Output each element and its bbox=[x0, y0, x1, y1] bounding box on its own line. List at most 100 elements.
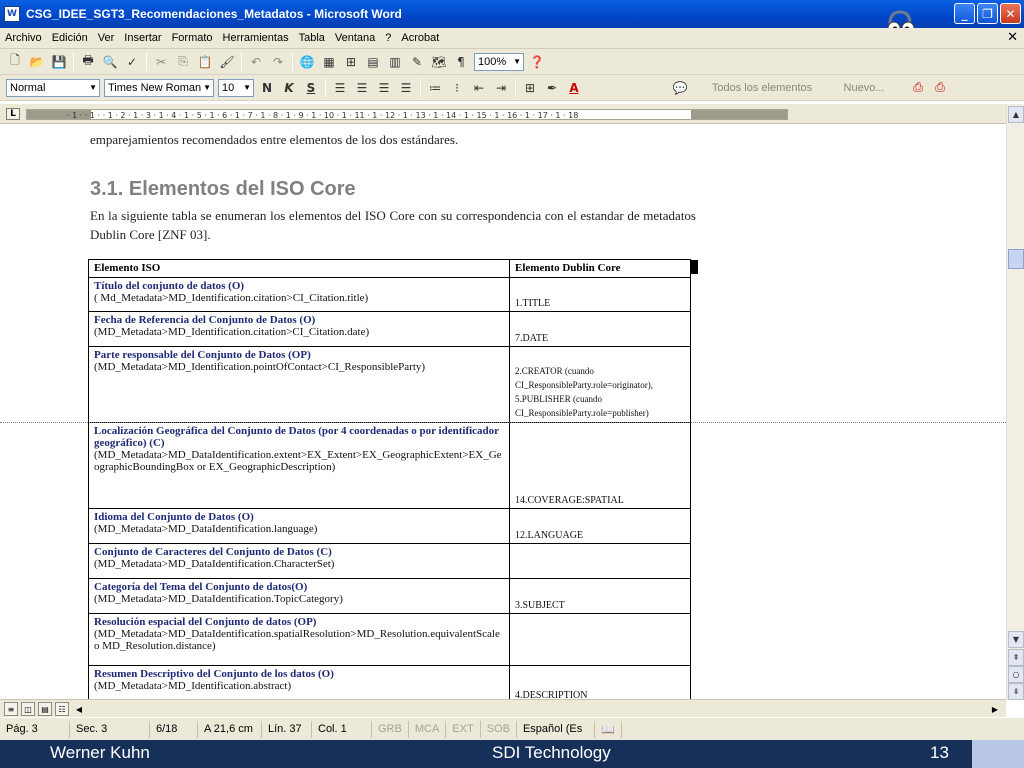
increase-indent-icon[interactable]: ⇥ bbox=[491, 78, 511, 98]
chevron-down-icon: ▼ bbox=[243, 83, 251, 92]
bullets-icon[interactable]: ⁝ bbox=[447, 78, 467, 98]
status-line: Lín. 37 bbox=[262, 720, 312, 738]
columns-icon[interactable]: ▥ bbox=[385, 52, 405, 72]
tab-selector[interactable]: L bbox=[6, 108, 20, 120]
outline-view-icon[interactable]: ☷ bbox=[55, 702, 69, 716]
spelling-status-icon[interactable]: 📖 bbox=[595, 720, 622, 738]
normal-view-icon[interactable]: ≡ bbox=[4, 702, 18, 716]
next-page-icon[interactable]: ⇟ bbox=[1008, 683, 1024, 700]
scroll-thumb[interactable] bbox=[1008, 249, 1024, 269]
pdf-email-icon[interactable]: ⎙ bbox=[930, 78, 950, 98]
header-iso: Elemento ISO bbox=[88, 259, 510, 278]
scroll-left-icon[interactable]: ◀ bbox=[72, 702, 86, 716]
word-icon[interactable]: W bbox=[4, 6, 20, 22]
format-painter-icon[interactable]: 🖌 bbox=[217, 52, 237, 72]
footer-author: Werner Kuhn bbox=[50, 743, 150, 762]
status-ext[interactable]: EXT bbox=[446, 720, 481, 738]
status-mca[interactable]: MCA bbox=[409, 720, 447, 738]
paste-icon[interactable]: 📋 bbox=[195, 52, 215, 72]
status-grb[interactable]: GRB bbox=[372, 720, 409, 738]
document-map-icon[interactable]: 🗺 bbox=[429, 52, 449, 72]
chevron-down-icon: ▼ bbox=[513, 57, 521, 66]
align-right-icon[interactable]: ☰ bbox=[374, 78, 394, 98]
justify-icon[interactable]: ☰ bbox=[396, 78, 416, 98]
table-row: Categoría del Tema del Conjunto de datos… bbox=[88, 578, 691, 614]
previous-page-icon[interactable]: ⇞ bbox=[1008, 649, 1024, 666]
tables-borders-icon[interactable]: ▦ bbox=[319, 52, 339, 72]
align-left-icon[interactable]: ☰ bbox=[330, 78, 350, 98]
status-position: A 21,6 cm bbox=[198, 720, 262, 738]
new-document-icon[interactable]: 🗋 bbox=[5, 52, 25, 72]
iso-dublin-table: Elemento ISO Elemento Dublin Core Título… bbox=[88, 259, 691, 699]
zoom-value: 100% bbox=[478, 55, 507, 68]
status-language[interactable]: Español (Es bbox=[517, 720, 595, 738]
scroll-right-icon[interactable]: ▶ bbox=[988, 702, 1002, 716]
menu-formato[interactable]: Formato bbox=[167, 32, 218, 44]
cut-icon[interactable]: ✂ bbox=[151, 52, 171, 72]
print-layout-icon[interactable]: ▤ bbox=[38, 702, 52, 716]
elements-combo[interactable]: Todos los elementos bbox=[692, 78, 832, 98]
table-row: Fecha de Referencia del Conjunto de Dato… bbox=[88, 311, 691, 347]
align-center-icon[interactable]: ☰ bbox=[352, 78, 372, 98]
vertical-scrollbar[interactable]: ▲ ▼ ⇞ ○ ⇟ bbox=[1006, 104, 1024, 700]
menu-herramientas[interactable]: Herramientas bbox=[218, 32, 294, 44]
redo-icon[interactable]: ↷ bbox=[268, 52, 288, 72]
print-icon[interactable]: 🖶 bbox=[78, 52, 98, 72]
underline-button[interactable]: S bbox=[301, 78, 321, 98]
numbering-icon[interactable]: ≔ bbox=[425, 78, 445, 98]
status-count: 6/18 bbox=[150, 720, 198, 738]
print-preview-icon[interactable]: 🔍 bbox=[100, 52, 120, 72]
chevron-down-icon: ▼ bbox=[203, 83, 211, 92]
comment-icon[interactable]: 💬 bbox=[670, 78, 690, 98]
menu-tabla[interactable]: Tabla bbox=[294, 32, 330, 44]
scroll-up-icon[interactable]: ▲ bbox=[1008, 106, 1024, 123]
status-sob[interactable]: SOB bbox=[481, 720, 517, 738]
minimize-button[interactable]: _ bbox=[954, 3, 975, 24]
footer-accent-box bbox=[972, 740, 1024, 768]
hyperlink-icon[interactable]: 🌐 bbox=[297, 52, 317, 72]
table-end-marker bbox=[690, 260, 698, 274]
spelling-icon[interactable]: ✓ bbox=[122, 52, 142, 72]
document-area[interactable]: emparejamientos recomendados entre eleme… bbox=[0, 124, 1006, 699]
table-header-row: Elemento ISO Elemento Dublin Core bbox=[88, 259, 691, 278]
scroll-down-icon[interactable]: ▼ bbox=[1008, 631, 1024, 648]
status-col: Col. 1 bbox=[312, 720, 372, 738]
menu-acrobat[interactable]: Acrobat bbox=[396, 32, 444, 44]
style-combo[interactable]: Normal ▼ bbox=[6, 78, 100, 97]
maximize-button[interactable]: ❐ bbox=[977, 3, 998, 24]
web-view-icon[interactable]: ◫ bbox=[21, 702, 35, 716]
menu-insertar[interactable]: Insertar bbox=[119, 32, 166, 44]
document-close-button[interactable]: ✕ bbox=[1007, 30, 1018, 45]
font-combo[interactable]: Times New Roman ▼ bbox=[104, 78, 214, 97]
save-icon[interactable]: 💾 bbox=[49, 52, 69, 72]
show-hide-icon[interactable]: ¶ bbox=[451, 52, 471, 72]
insert-table-icon[interactable]: ⊞ bbox=[341, 52, 361, 72]
insert-excel-icon[interactable]: ▤ bbox=[363, 52, 383, 72]
menu-edicion[interactable]: Edición bbox=[47, 32, 93, 44]
new-comment-button[interactable]: Nuevo... bbox=[834, 78, 894, 98]
close-button[interactable]: ✕ bbox=[1000, 3, 1021, 24]
italic-button[interactable]: K bbox=[279, 78, 299, 98]
help-icon[interactable]: ❓ bbox=[527, 52, 547, 72]
table-row: Título del conjunto de datos (O)( Md_Met… bbox=[88, 277, 691, 312]
borders-icon[interactable]: ⊞ bbox=[520, 78, 540, 98]
menu-archivo[interactable]: Archivo bbox=[0, 32, 47, 44]
highlight-icon[interactable]: ✒ bbox=[542, 78, 562, 98]
undo-icon[interactable]: ↶ bbox=[246, 52, 266, 72]
font-size-combo[interactable]: 10 ▼ bbox=[218, 78, 254, 97]
horizontal-scrollbar[interactable]: ≡ ◫ ▤ ☷ ◀ ▶ bbox=[0, 699, 1006, 717]
browse-object-icon[interactable]: ○ bbox=[1008, 666, 1024, 683]
copy-icon[interactable]: ⎘ bbox=[173, 52, 193, 72]
decrease-indent-icon[interactable]: ⇤ bbox=[469, 78, 489, 98]
menu-ventana[interactable]: Ventana bbox=[330, 32, 380, 44]
menu-ver[interactable]: Ver bbox=[93, 32, 120, 44]
zoom-combo[interactable]: 100% ▼ bbox=[474, 52, 524, 71]
table-row: Resolución espacial del Conjunto de dato… bbox=[88, 613, 691, 666]
formatting-toolbar: Normal ▼ Times New Roman ▼ 10 ▼ N K S ☰ … bbox=[0, 75, 1024, 101]
drawing-icon[interactable]: ✎ bbox=[407, 52, 427, 72]
font-color-icon[interactable]: A bbox=[564, 78, 584, 98]
open-folder-icon[interactable]: 📂 bbox=[27, 52, 47, 72]
bold-button[interactable]: N bbox=[257, 78, 277, 98]
pdf-convert-icon[interactable]: ⎙ bbox=[908, 78, 928, 98]
menu-help[interactable]: ? bbox=[380, 32, 396, 44]
